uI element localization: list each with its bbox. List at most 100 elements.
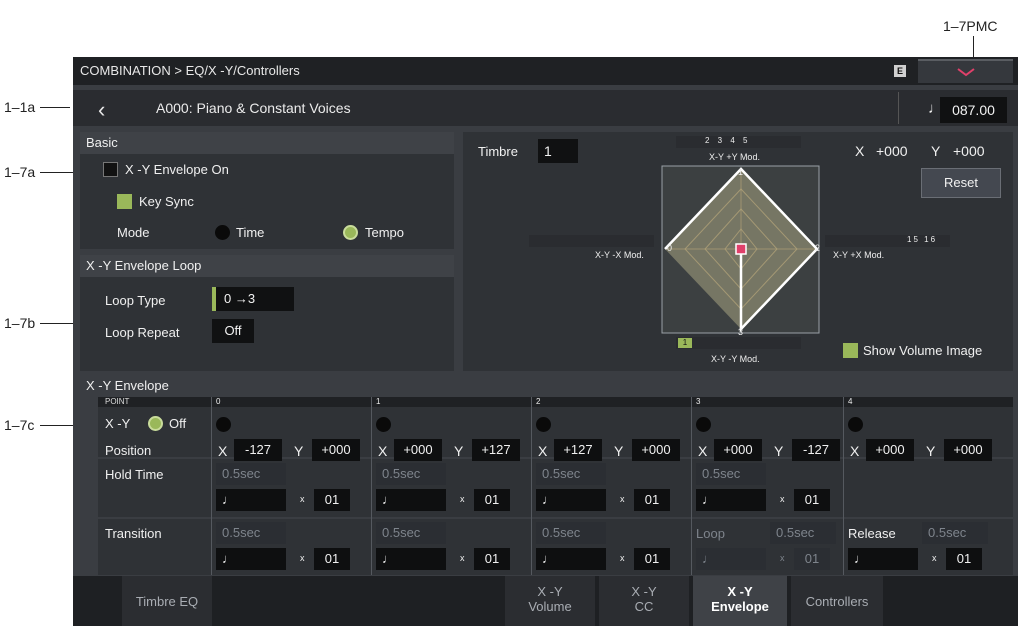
plus-x-dests: 15 16 [907, 235, 938, 244]
point-select-radio-4[interactable] [848, 417, 863, 432]
point-y-value-4[interactable]: +000 [944, 439, 992, 461]
col-separator-3 [691, 397, 692, 575]
loop-type-value[interactable]: 0 →3 [212, 287, 294, 311]
tab-xy-cc[interactable]: X -Y CC [599, 576, 689, 626]
xy-envelope-on-checkbox[interactable] [103, 162, 118, 177]
hold-mult-2[interactable]: 01 [634, 489, 670, 511]
mode-time-radio[interactable] [215, 225, 230, 240]
point-x-value-0[interactable]: -127 [234, 439, 282, 461]
edit-badge: E [894, 65, 906, 77]
tab-xy-cc-l1: X -Y [631, 584, 657, 599]
transition-time-2: 0.5sec [536, 522, 606, 544]
point-select-radio-0[interactable] [216, 417, 231, 432]
x-letter: X [378, 443, 388, 459]
transition-note-2[interactable]: ♩ [536, 548, 606, 570]
xy-envelope-on-label: X -Y Envelope On [125, 162, 229, 177]
show-volume-image-label: Show Volume Image [863, 343, 983, 358]
hold-time-value-0: 0.5sec [216, 463, 286, 485]
minus-x-mod-bar [529, 235, 654, 247]
point-select-radio-2[interactable] [536, 417, 551, 432]
transition-mult-1[interactable]: 01 [474, 548, 510, 570]
point-x-value-4[interactable]: +000 [866, 439, 914, 461]
plus-y-mod-label: X-Y +Y Mod. [709, 152, 760, 162]
transition-time-0: 0.5sec [216, 522, 286, 544]
point-select-radio-1[interactable] [376, 417, 391, 432]
callout-1-7pmc: 1–7PMC [943, 18, 998, 34]
hold-note-3[interactable]: ♩ [696, 489, 766, 511]
hold-time-value-2: 0.5sec [536, 463, 606, 485]
mult-sign: x [300, 553, 305, 563]
mult-sign: x [780, 553, 785, 563]
synth-screen: COMBINATION > EQ/X -Y/Controllers E ‹ A0… [73, 57, 1018, 626]
y-readout-value: +000 [953, 143, 985, 159]
tab-controllers[interactable]: Controllers [791, 576, 883, 626]
point-y-value-1[interactable]: +127 [472, 439, 520, 461]
transition-mult-0[interactable]: 01 [314, 548, 350, 570]
timbre-value[interactable]: 1 [538, 139, 578, 163]
point-select-radio-3[interactable] [696, 417, 711, 432]
tempo-value[interactable]: 087.00 [940, 97, 1007, 123]
key-sync-checkbox[interactable] [117, 194, 132, 209]
pad-point-1-label: 1 [738, 167, 744, 177]
transition-mult-3: 01 [794, 548, 830, 570]
callout-1-1a: 1–1a [4, 99, 36, 115]
tab-xy-volume-l2: Volume [528, 599, 572, 614]
point-y-value-0[interactable]: +000 [312, 439, 360, 461]
x-readout-label: X [855, 143, 865, 159]
transition-label: Transition [105, 526, 162, 541]
pad-point-0-label: 0 [667, 243, 673, 253]
loop-repeat-label: Loop Repeat [105, 325, 180, 340]
chevron-down-icon [957, 68, 975, 77]
transition-note-1[interactable]: ♩ [376, 548, 446, 570]
tab-timbre-eq[interactable]: Timbre EQ [122, 576, 212, 626]
col-separator-4 [843, 397, 844, 575]
program-name[interactable]: A000: Piano & Constant Voices [156, 100, 351, 116]
x-readout-value: +000 [876, 143, 908, 159]
col-separator-1 [371, 397, 372, 575]
transition-mult-2[interactable]: 01 [634, 548, 670, 570]
xy-pad[interactable] [661, 165, 821, 335]
transition-note-4[interactable]: ♩ [848, 548, 918, 570]
show-volume-image-checkbox[interactable] [843, 343, 858, 358]
hold-note-2[interactable]: ♩ [536, 489, 606, 511]
callout-1-7a: 1–7a [4, 164, 36, 180]
tab-controllers-label: Controllers [805, 594, 869, 609]
point-index-3: 3 [696, 397, 701, 406]
hold-note-0[interactable]: ♩ [216, 489, 286, 511]
transition-note-3: ♩ [696, 548, 766, 570]
mult-sign: x [620, 494, 625, 504]
loop-type-label: Loop Type [105, 293, 166, 308]
point-x-value-1[interactable]: +000 [394, 439, 442, 461]
hold-mult-1[interactable]: 01 [474, 489, 510, 511]
transition-note-0[interactable]: ♩ [216, 548, 286, 570]
x-letter: X [538, 443, 548, 459]
mode-tempo-radio[interactable] [343, 225, 358, 240]
hold-time-value-3: 0.5sec [696, 463, 766, 485]
xy-off-radio[interactable] [148, 416, 163, 431]
point-y-value-2[interactable]: +000 [632, 439, 680, 461]
point-x-value-3[interactable]: +000 [714, 439, 762, 461]
tab-xy-volume[interactable]: X -Y Volume [505, 576, 595, 626]
hold-mult-3[interactable]: 01 [794, 489, 830, 511]
reset-button[interactable]: Reset [921, 168, 1001, 198]
tab-xy-envelope[interactable]: X -Y Envelope [693, 576, 787, 626]
transition-mult-4[interactable]: 01 [946, 548, 982, 570]
x-letter: X [218, 443, 228, 459]
xy-off-label: Off [169, 416, 187, 431]
back-arrow-icon[interactable]: ‹ [98, 97, 105, 123]
point-y-value-3[interactable]: -127 [792, 439, 840, 461]
y-readout-label: Y [931, 143, 941, 159]
top-bar: COMBINATION > EQ/X -Y/Controllers E [73, 57, 1018, 85]
y-letter: Y [294, 443, 304, 459]
tab-bar: Timbre EQ X -Y Volume X -Y CC X -Y Envelope… [73, 576, 1018, 626]
hold-note-1[interactable]: ♩ [376, 489, 446, 511]
hold-mult-0[interactable]: 01 [314, 489, 350, 511]
loop-repeat-value[interactable]: Off [212, 319, 254, 343]
breadcrumb[interactable]: COMBINATION > EQ/X -Y/Controllers [80, 63, 300, 78]
page-menu-button[interactable] [918, 59, 1013, 83]
point-x-value-2[interactable]: +127 [554, 439, 602, 461]
tab-xy-volume-l1: X -Y [537, 584, 563, 599]
point-index-1: 1 [376, 397, 381, 406]
envelope-title: X -Y Envelope [80, 375, 1013, 397]
mode-label: Mode [117, 225, 150, 240]
